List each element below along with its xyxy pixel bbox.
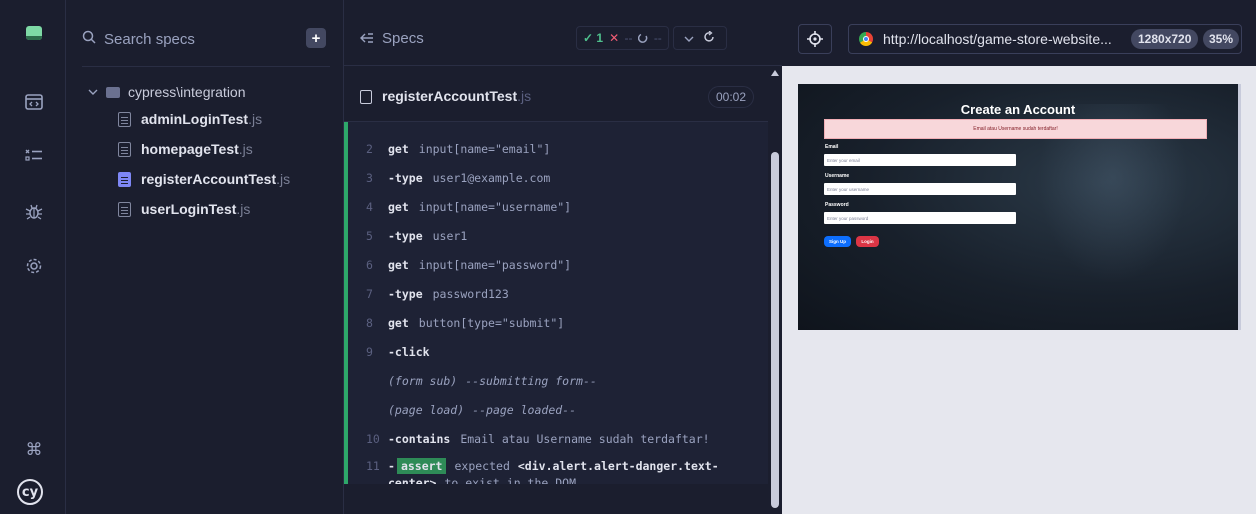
app-under-test-panel: http://localhost/game-store-website... 1… xyxy=(782,0,1256,514)
chevron-down-icon[interactable] xyxy=(684,31,694,45)
passed-count: ✓ 1 xyxy=(583,31,604,45)
spec-name: userLoginTest xyxy=(141,201,237,217)
file-icon xyxy=(118,171,131,187)
password-field[interactable]: Enter your password xyxy=(824,212,1016,224)
file-icon xyxy=(118,111,131,127)
spec-name: registerAccountTest xyxy=(141,171,277,187)
command-row[interactable]: 9 -click xyxy=(366,345,440,359)
spec-file-name: registerAccountTest.js xyxy=(382,88,532,104)
spec-search[interactable]: Search specs xyxy=(82,24,330,54)
username-label: Username xyxy=(825,173,850,179)
error-alert: Email atau Username sudah terdaftar! xyxy=(824,119,1207,139)
new-spec-button[interactable]: + xyxy=(306,28,326,48)
email-label: Email xyxy=(825,144,839,150)
specs-panel: Search specs + cypress\integration admin… xyxy=(66,0,344,514)
scroll-up-arrow[interactable] xyxy=(771,70,779,76)
spec-name: homepageTest xyxy=(141,141,239,157)
zoom-badge[interactable]: 35% xyxy=(1203,29,1240,49)
controls-box xyxy=(672,26,727,50)
email-field[interactable]: Enter your email xyxy=(824,154,1016,166)
cypress-runner: ⌘ cy Search specs + cypress\integration … xyxy=(0,0,1256,514)
command-row[interactable]: 3 -type user1@example.com xyxy=(366,171,550,185)
pending-count: -- xyxy=(638,31,662,45)
collapse-arrow-icon xyxy=(360,31,374,47)
file-icon xyxy=(118,201,131,217)
folder-label: cypress\integration xyxy=(128,84,246,100)
command-row[interactable]: 2 get input[name="email"] xyxy=(366,142,550,156)
url-text: http://localhost/game-store-website... xyxy=(883,31,1112,47)
assert-row[interactable]: 11 - assert expected <div.alert.alert-da… xyxy=(366,458,719,474)
viewport-badge[interactable]: 1280x720 xyxy=(1131,29,1199,49)
spec-ext: .js xyxy=(236,201,251,217)
settings-gear-icon[interactable] xyxy=(24,256,44,276)
log-scrollbar[interactable] xyxy=(768,66,782,514)
specs-toggle-button[interactable]: Specs xyxy=(360,30,424,47)
event-row[interactable]: (page load) --page loaded-- xyxy=(388,403,576,417)
spec-file-header: registerAccountTest.js 00:02 xyxy=(344,66,768,122)
url-bar[interactable]: http://localhost/game-store-website... 1… xyxy=(848,24,1242,54)
page-title: Create an Account xyxy=(960,102,1076,117)
specs-label: Specs xyxy=(382,30,424,47)
spec-item[interactable]: adminLoginTest .js xyxy=(118,111,262,127)
command-row[interactable]: 4 get input[name="username"] xyxy=(366,200,571,214)
spec-item-active[interactable]: registerAccountTest .js xyxy=(118,171,290,187)
selector-playground-button[interactable] xyxy=(798,24,832,54)
event-row[interactable]: (form sub) --submitting form-- xyxy=(388,374,597,388)
search-input[interactable]: Search specs xyxy=(104,31,195,48)
failed-count: ✕ -- xyxy=(609,31,633,45)
folder-row[interactable]: cypress\integration xyxy=(88,84,246,100)
divider xyxy=(82,66,330,67)
browser-window-icon[interactable] xyxy=(24,92,44,112)
keyboard-shortcuts-icon[interactable]: ⌘ xyxy=(24,440,44,460)
test-stats: ✓ 1 ✕ -- -- xyxy=(576,26,746,50)
scroll-thumb[interactable] xyxy=(771,152,779,508)
command-row[interactable]: 7 -type password123 xyxy=(366,287,509,301)
command-list: 2 get input[name="email"] 3 -type user1@exam… xyxy=(344,122,768,484)
file-icon xyxy=(360,90,372,104)
command-log-panel: Specs ✓ 1 ✕ -- -- registerAccountTest.js… xyxy=(344,0,782,514)
folder-icon xyxy=(106,86,120,98)
search-icon xyxy=(82,30,96,48)
assert-row-cont: center> to exist in the DOM xyxy=(388,476,577,484)
spec-item[interactable]: userLoginTest .js xyxy=(118,201,250,217)
username-field[interactable]: Enter your username xyxy=(824,183,1016,195)
command-row[interactable]: 5 -type user1 xyxy=(366,229,467,243)
password-label: Password xyxy=(825,202,849,208)
chrome-browser-icon xyxy=(859,32,873,46)
aut-header: http://localhost/game-store-website... 1… xyxy=(782,0,1256,66)
command-row[interactable]: 10 -contains Email atau Username sudah ter… xyxy=(366,432,710,446)
cypress-cy-logo[interactable]: cy xyxy=(17,479,43,505)
specs-list-icon[interactable] xyxy=(24,146,44,166)
spec-item[interactable]: homepageTest .js xyxy=(118,141,253,157)
signup-button[interactable]: Sign Up xyxy=(824,236,851,247)
spec-ext: .js xyxy=(248,111,263,127)
stats-box: ✓ 1 ✕ -- -- xyxy=(576,26,669,50)
command-row[interactable]: 6 get input[name="password"] xyxy=(366,258,571,272)
crosshair-icon xyxy=(807,31,823,47)
file-icon xyxy=(118,141,131,157)
aut-iframe[interactable]: Create an Account Email atau Username su… xyxy=(798,84,1238,330)
reporter-header: Specs ✓ 1 ✕ -- -- xyxy=(344,0,782,66)
rerun-icon[interactable] xyxy=(703,29,715,46)
login-button[interactable]: Login xyxy=(856,236,879,247)
spec-name: adminLoginTest xyxy=(141,111,249,127)
cypress-app-logo[interactable] xyxy=(26,26,42,40)
assert-badge: assert xyxy=(396,458,447,474)
aut-scrollbar[interactable] xyxy=(1238,84,1241,330)
command-row[interactable]: 8 get button[type="submit"] xyxy=(366,316,564,330)
run-timer: 00:02 xyxy=(708,86,754,108)
chevron-down-icon xyxy=(88,86,98,98)
bug-icon[interactable] xyxy=(24,202,44,222)
nav-rail: ⌘ cy xyxy=(0,0,73,514)
spec-ext: .js xyxy=(238,141,253,157)
spec-ext: .js xyxy=(276,171,291,187)
